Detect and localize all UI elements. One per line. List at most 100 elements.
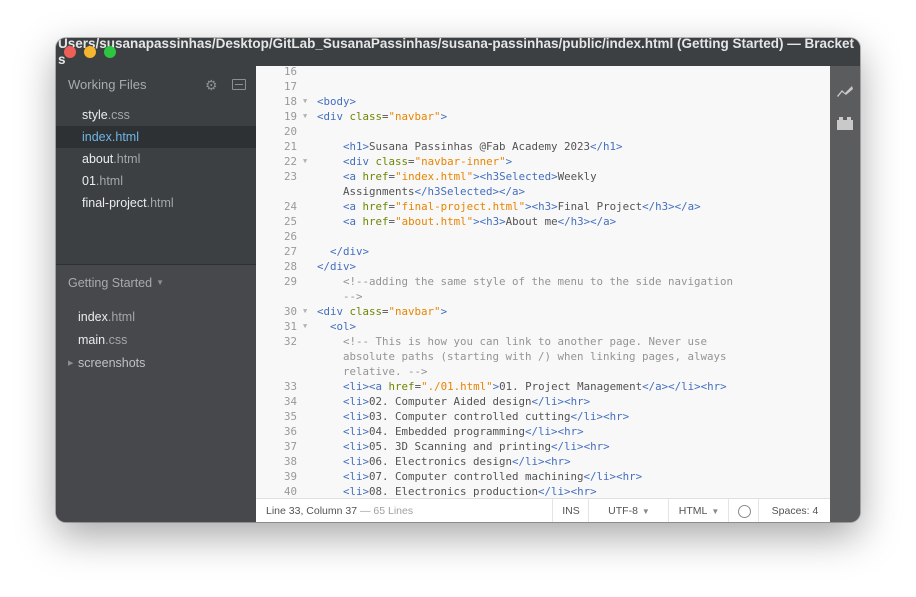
working-file-item[interactable]: index.html (56, 126, 256, 148)
file-extension: .html (111, 130, 139, 144)
line-number: 35 (283, 410, 297, 423)
line-number: 22 (283, 155, 297, 168)
code-line[interactable]: 17 (256, 79, 830, 94)
line-number: 27 (283, 245, 297, 258)
file-extension: .html (113, 152, 141, 166)
line-number: 36 (283, 425, 297, 438)
line-number: 16 (283, 66, 297, 78)
language-dropdown[interactable]: HTML ▼ (668, 499, 729, 522)
line-number: 19 (283, 110, 297, 123)
code-line[interactable]: 34 <li>02. Computer Aided design</li><hr… (256, 394, 830, 409)
code-text: <li>06. Electronics design</li><hr> (343, 455, 571, 468)
line-number: 40 (283, 485, 297, 498)
file-extension: .css (105, 333, 128, 347)
code-line[interactable]: relative. --> (256, 364, 830, 379)
file-extension: .css (107, 108, 130, 122)
code-line[interactable]: 32 <!-- This is how you can link to anot… (256, 334, 830, 349)
code-text: <li>05. 3D Scanning and printing</li><hr… (343, 440, 610, 453)
fold-arrow-icon[interactable]: ▼ (303, 319, 307, 334)
working-file-item[interactable]: 01.html (56, 170, 256, 192)
code-text: <li>08. Electronics production</li><hr> (343, 485, 597, 498)
code-line[interactable]: 35 <li>03. Computer controlled cutting</… (256, 409, 830, 424)
line-number: 17 (283, 80, 297, 93)
code-line[interactable]: 36 <li>04. Embedded programming</li><hr> (256, 424, 830, 439)
working-file-item[interactable]: about.html (56, 148, 256, 170)
line-number: 34 (283, 395, 297, 408)
code-line[interactable]: 16 (256, 66, 830, 79)
file-name: index (78, 310, 108, 324)
code-line[interactable]: 38 <li>06. Electronics design</li><hr> (256, 454, 830, 469)
code-text: <!--adding the same style of the menu to… (317, 275, 734, 288)
project-folder-item[interactable]: ▶ screenshots (56, 352, 256, 375)
close-window-button[interactable] (64, 46, 76, 58)
file-name: style (82, 108, 108, 122)
code-line[interactable]: 23 <a href="index.html"><h3Selected>Week… (256, 169, 830, 184)
code-line[interactable]: 39 <li>07. Computer controlled machining… (256, 469, 830, 484)
project-file-item[interactable]: index.html (56, 306, 256, 329)
code-text: <div class="navbar-inner"> (343, 155, 513, 168)
maximize-window-button[interactable] (104, 46, 116, 58)
lint-status-icon (737, 504, 751, 518)
line-number: 21 (283, 140, 297, 153)
code-line[interactable]: 37 <li>05. 3D Scanning and printing</li>… (256, 439, 830, 454)
project-dropdown[interactable]: Getting Started ▼ (68, 276, 164, 290)
code-text: </div> (317, 260, 357, 273)
code-line[interactable]: 25 <a href="about.html"><h3>About me</h3… (256, 214, 830, 229)
live-preview-icon[interactable] (836, 84, 854, 98)
working-files-list: style.css index.html about.html 01.html fina… (56, 104, 256, 214)
code-editor[interactable]: 16 17 18 ▼ <body> 19 ▼ <div class="navbar"> 20 21… (256, 66, 830, 498)
code-line[interactable]: 20 (256, 124, 830, 139)
line-number: 29 (283, 275, 297, 288)
code-text: Assignments</h3Selected></a> (317, 185, 526, 198)
code-line[interactable]: 31 ▼ <ol> (256, 319, 830, 334)
fold-arrow-icon[interactable]: ▼ (303, 304, 307, 319)
project-file-item[interactable]: main.css (56, 329, 256, 352)
code-line[interactable]: --> (256, 289, 830, 304)
code-text: <a href="index.html"><h3Selected>Weekly (343, 170, 597, 183)
fold-arrow-icon[interactable]: ▼ (303, 94, 307, 109)
code-line[interactable]: Assignments</h3Selected></a> (256, 184, 830, 199)
split-view-icon[interactable] (232, 79, 246, 90)
file-name: main (78, 333, 106, 347)
gear-icon[interactable]: ⚙ (205, 77, 218, 94)
code-line[interactable]: absolute paths (starting with /) when li… (256, 349, 830, 364)
line-number: 37 (283, 440, 297, 453)
fold-arrow-icon[interactable]: ▼ (303, 154, 307, 169)
code-line[interactable]: 40 <li>08. Electronics production</li><h… (256, 484, 830, 498)
file-extension: .html (107, 310, 135, 324)
main-toolbar (830, 66, 860, 522)
line-number: 28 (283, 260, 297, 273)
line-number: 38 (283, 455, 297, 468)
chevron-right-icon[interactable]: ▶ (68, 352, 73, 375)
code-line[interactable]: 21 <h1>Susana Passinhas @Fab Academy 202… (256, 139, 830, 154)
line-number: 31 (283, 320, 297, 333)
insert-mode-toggle[interactable]: INS (552, 499, 589, 522)
code-text: <ol> (330, 320, 357, 333)
code-text: </div> (330, 245, 370, 258)
chevron-down-icon: ▼ (156, 278, 164, 287)
code-line[interactable]: 30 ▼ <div class="navbar"> (256, 304, 830, 319)
code-text: <a href="final-project.html"><h3>Final P… (343, 200, 701, 213)
language-value: HTML (678, 505, 708, 517)
code-line[interactable]: 27 </div> (256, 244, 830, 259)
sidebar: Working Files ⚙ style.css index.html about… (56, 66, 256, 522)
code-line[interactable]: 22 ▼ <div class="navbar-inner"> (256, 154, 830, 169)
line-number: 20 (283, 125, 297, 138)
linter-status[interactable] (728, 499, 759, 522)
code-line[interactable]: 19 ▼ <div class="navbar"> (256, 109, 830, 124)
working-file-item[interactable]: style.css (56, 104, 256, 126)
fold-arrow-icon[interactable]: ▼ (303, 109, 307, 124)
indent-setting[interactable]: Spaces: 4 (758, 499, 831, 522)
code-line[interactable]: 33 <li><a href="./01.html">01. Project M… (256, 379, 830, 394)
working-file-item[interactable]: final-project.html (56, 192, 256, 214)
code-line[interactable]: 28 </div> (256, 259, 830, 274)
code-line[interactable]: 29 <!--adding the same style of the menu… (256, 274, 830, 289)
code-line[interactable]: 26 (256, 229, 830, 244)
encoding-dropdown[interactable]: UTF-8 ▼ (588, 499, 669, 522)
extension-manager-icon[interactable] (837, 116, 853, 130)
code-text: --> (317, 290, 363, 303)
code-text: absolute paths (starting with /) when li… (317, 350, 727, 363)
code-line[interactable]: 24 <a href="final-project.html"><h3>Fina… (256, 199, 830, 214)
minimize-window-button[interactable] (84, 46, 96, 58)
code-line[interactable]: 18 ▼ <body> (256, 94, 830, 109)
